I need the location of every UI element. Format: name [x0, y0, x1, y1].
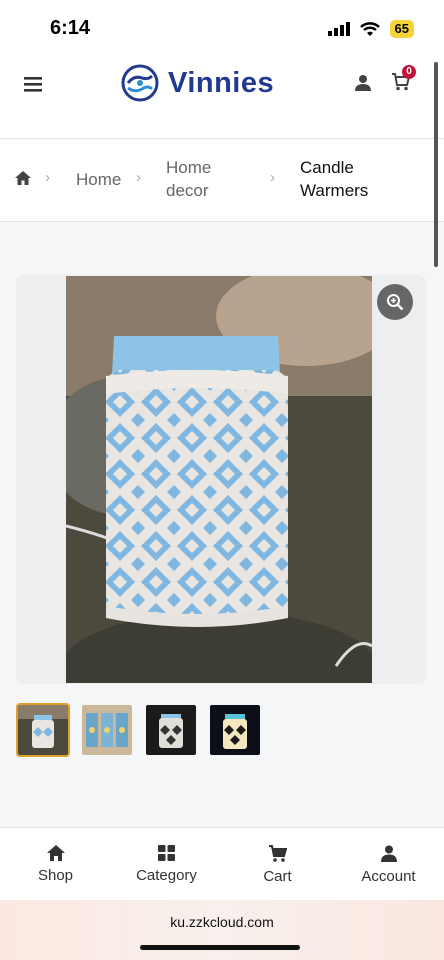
nav-cart[interactable]: Cart [222, 828, 333, 901]
thumbnail-strip [16, 703, 262, 757]
status-bar: 6:14 65 [0, 0, 444, 58]
chevron-right-icon: › [45, 169, 50, 186]
nav-category-label: Category [136, 867, 197, 884]
wifi-icon [359, 21, 380, 36]
product-thumbnail-2[interactable] [80, 703, 134, 757]
zoom-button[interactable] [377, 284, 413, 320]
status-time: 6:14 [50, 17, 91, 39]
thumbnail-image [146, 705, 196, 755]
logo-icon [121, 64, 159, 102]
thumbnail-image [18, 705, 68, 755]
breadcrumb-home-decor-line2: decor [166, 181, 209, 200]
product-image[interactable] [66, 276, 372, 683]
breadcrumb-current: Candle Warmers [300, 156, 368, 202]
cart-icon [268, 844, 287, 862]
logo[interactable]: Vinnies [120, 63, 274, 103]
nav-account-label: Account [361, 867, 416, 885]
cart-count-badge: 0 [402, 65, 416, 79]
grid-icon [158, 845, 175, 861]
home-indicator[interactable] [140, 945, 300, 950]
bottom-nav: Shop Category Cart Account [0, 827, 444, 901]
breadcrumb: › Home › Home decor › Candle Warmers [0, 139, 444, 222]
chevron-right-icon: › [270, 169, 275, 186]
status-icons: 65 [327, 20, 414, 38]
home-icon[interactable] [15, 171, 31, 185]
thumbnail-image [82, 705, 132, 755]
home-icon [46, 845, 65, 861]
user-icon[interactable] [354, 74, 372, 92]
menu-icon[interactable] [24, 76, 42, 92]
breadcrumb-home-decor-line1: Home [166, 158, 212, 177]
product-gallery [16, 275, 426, 684]
product-thumbnail-4[interactable] [208, 703, 262, 757]
thumbnail-image [210, 705, 260, 755]
url-text: ku.zzkcloud.com [170, 914, 274, 930]
nav-shop[interactable]: Shop [0, 828, 111, 901]
breadcrumb-home-decor[interactable]: Home decor [166, 156, 211, 202]
nav-cart-label: Cart [263, 867, 292, 885]
product-thumbnail-1[interactable] [16, 703, 70, 757]
signal-icon [327, 22, 350, 36]
battery-indicator: 65 [389, 20, 414, 38]
browser-address-bar[interactable]: ku.zzkcloud.com [0, 900, 444, 960]
nav-category[interactable]: Category [111, 828, 222, 901]
breadcrumb-current-line1: Candle [300, 158, 354, 177]
breadcrumb-current-line2: Warmers [300, 181, 369, 200]
zoom-in-icon [387, 294, 404, 311]
chevron-right-icon: › [136, 169, 141, 186]
site-header: Vinnies 0 [0, 58, 444, 139]
nav-account[interactable]: Account [333, 828, 444, 901]
header-cart-button[interactable]: 0 [392, 65, 416, 96]
product-thumbnail-3[interactable] [144, 703, 198, 757]
user-icon [380, 845, 397, 862]
nav-shop-label: Shop [37, 867, 74, 884]
scrollbar[interactable] [434, 62, 438, 267]
brand-name: Vinnies [168, 66, 275, 99]
breadcrumb-home[interactable]: Home [76, 168, 121, 191]
